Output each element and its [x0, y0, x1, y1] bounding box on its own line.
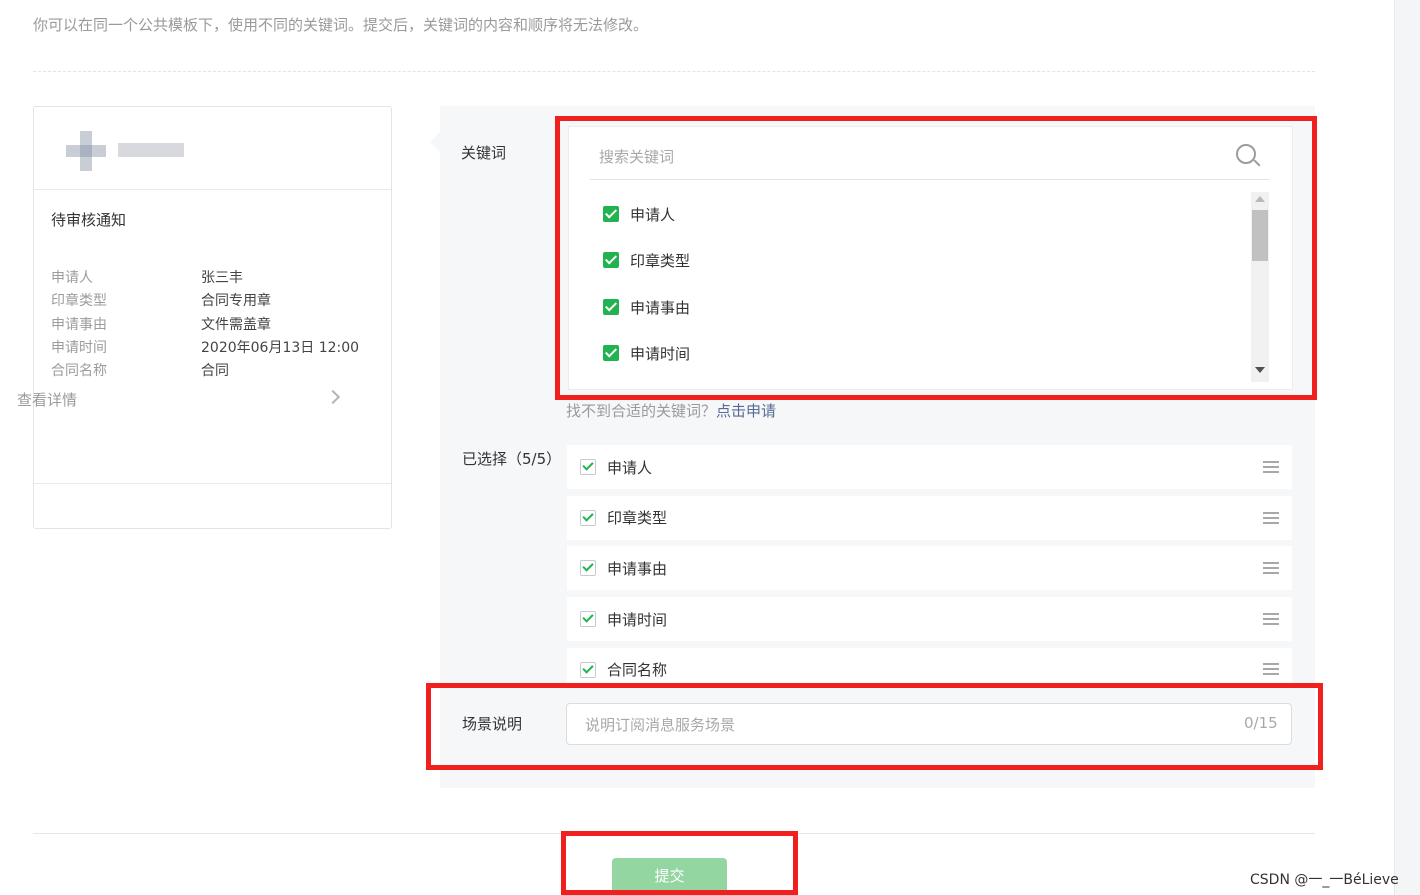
preview-field: 印章类型 合同专用章: [51, 290, 271, 310]
card-title: 待审核通知: [51, 211, 127, 229]
drag-handle-icon[interactable]: [1263, 663, 1279, 675]
selected-row[interactable]: [567, 546, 1292, 590]
field-value: 张三丰: [201, 270, 243, 286]
hint-text: 找不到合适的关键词？: [566, 402, 717, 420]
avatar: [66, 131, 106, 171]
field-value: 合同: [201, 363, 229, 379]
window-edge: [1394, 0, 1420, 895]
watermark: CSDN @一_一BéLieve: [1250, 872, 1399, 888]
selected-item-label: 印章类型: [607, 509, 668, 527]
selected-checkbox[interactable]: [580, 510, 596, 526]
field-value: 文件需盖章: [201, 317, 271, 333]
drag-handle-icon[interactable]: [1263, 461, 1279, 473]
selected-checkbox[interactable]: [580, 611, 596, 627]
drag-handle-icon[interactable]: [1263, 562, 1279, 574]
annotation-box-keywords: [555, 116, 1317, 400]
apply-keyword-link[interactable]: 点击申请: [716, 402, 776, 420]
preview-field: 申请事由 文件需盖章: [51, 314, 271, 334]
selected-row[interactable]: [567, 496, 1292, 540]
keyword-hint: 找不到合适的关键词？点击申请: [566, 400, 776, 421]
annotation-box-submit: [561, 831, 798, 895]
account-name-blurred: [118, 143, 184, 157]
selected-item-label: 申请时间: [607, 611, 668, 629]
field-key: 申请人: [51, 270, 93, 286]
message-preview-card: 待审核通知 申请人 张三丰 印章类型 合同专用章 申请事由 文件需盖章 申请时间 202…: [33, 106, 392, 529]
card-footer[interactable]: [34, 483, 391, 529]
field-key: 申请事由: [51, 317, 107, 333]
card-header: [34, 107, 391, 190]
drag-handle-icon[interactable]: [1263, 512, 1279, 524]
selected-item-label: 合同名称: [607, 661, 668, 679]
drag-handle-icon[interactable]: [1263, 613, 1279, 625]
preview-field: 申请人 张三丰: [51, 267, 243, 287]
preview-field: 合同名称 合同: [51, 360, 229, 380]
annotation-box-scene: [426, 683, 1323, 770]
field-value: 合同专用章: [201, 293, 271, 309]
selected-checkbox[interactable]: [580, 662, 596, 678]
panel-pointer: [430, 132, 440, 152]
selected-row[interactable]: [567, 445, 1292, 489]
selected-checkbox[interactable]: [580, 459, 596, 475]
field-key: 申请时间: [51, 340, 107, 356]
field-key: 合同名称: [51, 363, 107, 379]
divider: [33, 71, 1315, 72]
field-value: 2020年06月13日 12:00: [201, 340, 360, 356]
field-key: 印章类型: [51, 293, 107, 309]
selected-item-label: 申请事由: [607, 560, 668, 578]
selected-label: 已选择（5/5）: [462, 450, 562, 468]
view-details-link[interactable]: 查看详情: [17, 389, 77, 410]
preview-field: 申请时间 2020年06月13日 12:00: [51, 337, 359, 357]
selected-checkbox[interactable]: [580, 560, 596, 576]
selected-row[interactable]: [567, 597, 1292, 641]
selected-row[interactable]: [567, 648, 1292, 684]
selected-item-label: 申请人: [607, 459, 653, 477]
intro-text: 你可以在同一个公共模板下，使用不同的关键词。提交后，关键词的内容和顺序将无法修改…: [33, 16, 649, 34]
keywords-label: 关键词: [461, 144, 507, 162]
